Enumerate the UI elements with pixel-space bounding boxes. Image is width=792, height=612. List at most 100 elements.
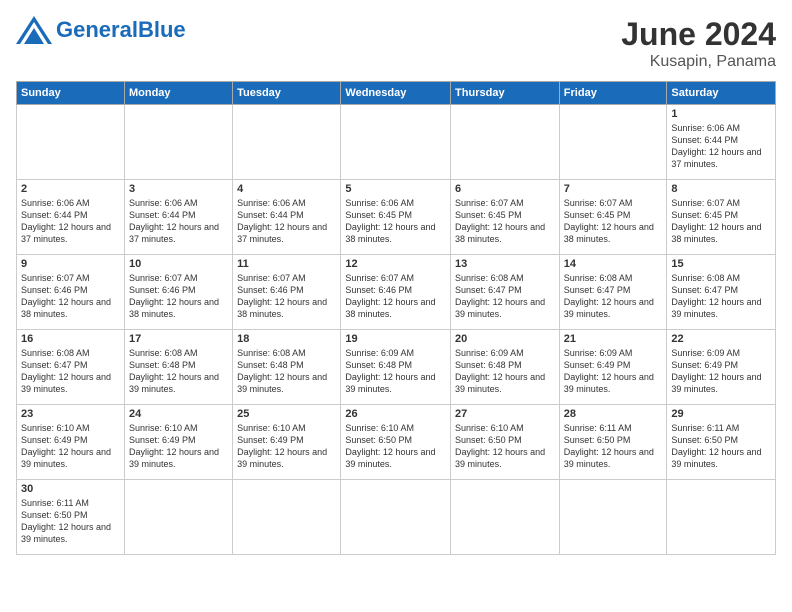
col-friday: Friday bbox=[559, 82, 667, 105]
table-cell: 15 Sunrise: 6:08 AM Sunset: 6:47 PM Dayli… bbox=[667, 255, 776, 330]
day-number: 11 bbox=[237, 258, 336, 270]
day-info: Sunrise: 6:11 AM Sunset: 6:50 PM Dayligh… bbox=[671, 422, 771, 471]
day-info: Sunrise: 6:08 AM Sunset: 6:48 PM Dayligh… bbox=[129, 347, 228, 396]
table-cell: 18Sunrise: 6:08 AM Sunset: 6:48 PM Dayli… bbox=[233, 330, 341, 405]
table-cell: 29Sunrise: 6:11 AM Sunset: 6:50 PM Dayli… bbox=[667, 405, 776, 480]
day-info: Sunrise: 6:11 AM Sunset: 6:50 PM Dayligh… bbox=[564, 422, 663, 471]
table-cell: 21 Sunrise: 6:09 AM Sunset: 6:49 PM Dayli… bbox=[559, 330, 667, 405]
table-cell: 8 Sunrise: 6:07 AM Sunset: 6:45 PM Daylig… bbox=[667, 180, 776, 255]
table-cell: 11 Sunrise: 6:07 AM Sunset: 6:46 PM Dayli… bbox=[233, 255, 341, 330]
day-info: Sunrise: 6:10 AM Sunset: 6:49 PM Dayligh… bbox=[129, 422, 228, 471]
table-cell: 2 Sunrise: 6:06 AM Sunset: 6:44 PM Daylig… bbox=[17, 180, 125, 255]
day-number: 9 bbox=[21, 258, 120, 270]
day-info: Sunrise: 6:10 AM Sunset: 6:50 PM Dayligh… bbox=[345, 422, 446, 471]
day-number: 8 bbox=[671, 183, 771, 195]
day-number: 21 bbox=[564, 333, 663, 345]
calendar-week-row: 1Sunrise: 6:06 AM Sunset: 6:44 PM Daylig… bbox=[17, 105, 776, 180]
day-info: Sunrise: 6:06 AM Sunset: 6:44 PM Dayligh… bbox=[237, 197, 336, 246]
table-cell bbox=[559, 105, 667, 180]
day-info: Sunrise: 6:11 AM Sunset: 6:50 PM Dayligh… bbox=[21, 497, 120, 546]
calendar-table: Sunday Monday Tuesday Wednesday Thursday… bbox=[16, 81, 776, 555]
day-info: Sunrise: 6:10 AM Sunset: 6:49 PM Dayligh… bbox=[21, 422, 120, 471]
calendar-title: June 2024 bbox=[621, 16, 776, 53]
table-cell: 26 Sunrise: 6:10 AM Sunset: 6:50 PM Dayli… bbox=[341, 405, 451, 480]
day-info: Sunrise: 6:07 AM Sunset: 6:45 PM Dayligh… bbox=[671, 197, 771, 246]
col-sunday: Sunday bbox=[17, 82, 125, 105]
day-number: 14 bbox=[564, 258, 663, 270]
day-number: 25 bbox=[237, 408, 336, 420]
day-number: 15 bbox=[671, 258, 771, 270]
day-number: 30 bbox=[21, 483, 120, 495]
table-cell: 27Sunrise: 6:10 AM Sunset: 6:50 PM Dayli… bbox=[451, 405, 560, 480]
table-cell bbox=[17, 105, 125, 180]
day-info: Sunrise: 6:07 AM Sunset: 6:46 PM Dayligh… bbox=[345, 272, 446, 321]
table-cell: 6 Sunrise: 6:07 AM Sunset: 6:45 PM Daylig… bbox=[451, 180, 560, 255]
day-info: Sunrise: 6:07 AM Sunset: 6:46 PM Dayligh… bbox=[237, 272, 336, 321]
logo: GeneralBlue bbox=[16, 16, 186, 44]
day-number: 7 bbox=[564, 183, 663, 195]
table-cell: 23 Sunrise: 6:10 AM Sunset: 6:49 PM Dayli… bbox=[17, 405, 125, 480]
day-info: Sunrise: 6:07 AM Sunset: 6:45 PM Dayligh… bbox=[564, 197, 663, 246]
day-number: 2 bbox=[21, 183, 120, 195]
day-number: 1 bbox=[671, 108, 771, 120]
day-info: Sunrise: 6:08 AM Sunset: 6:47 PM Dayligh… bbox=[21, 347, 120, 396]
day-number: 17 bbox=[129, 333, 228, 345]
table-cell: 17 Sunrise: 6:08 AM Sunset: 6:48 PM Dayli… bbox=[124, 330, 232, 405]
table-cell: 25Sunrise: 6:10 AM Sunset: 6:49 PM Dayli… bbox=[233, 405, 341, 480]
table-cell: 14Sunrise: 6:08 AM Sunset: 6:47 PM Dayli… bbox=[559, 255, 667, 330]
table-cell: 4Sunrise: 6:06 AM Sunset: 6:44 PM Daylig… bbox=[233, 180, 341, 255]
day-number: 26 bbox=[345, 408, 446, 420]
table-cell: 1Sunrise: 6:06 AM Sunset: 6:44 PM Daylig… bbox=[667, 105, 776, 180]
table-cell bbox=[341, 480, 451, 555]
table-cell: 9Sunrise: 6:07 AM Sunset: 6:46 PM Daylig… bbox=[17, 255, 125, 330]
logo-general: General bbox=[56, 17, 138, 42]
day-number: 27 bbox=[455, 408, 555, 420]
table-cell: 22 Sunrise: 6:09 AM Sunset: 6:49 PM Dayli… bbox=[667, 330, 776, 405]
table-cell bbox=[124, 480, 232, 555]
header: GeneralBlue June 2024 Kusapin, Panama bbox=[16, 16, 776, 71]
table-cell bbox=[559, 480, 667, 555]
page: GeneralBlue June 2024 Kusapin, Panama Su… bbox=[0, 0, 792, 612]
table-cell bbox=[341, 105, 451, 180]
day-number: 23 bbox=[21, 408, 120, 420]
table-cell: 5Sunrise: 6:06 AM Sunset: 6:45 PM Daylig… bbox=[341, 180, 451, 255]
col-wednesday: Wednesday bbox=[341, 82, 451, 105]
day-info: Sunrise: 6:06 AM Sunset: 6:44 PM Dayligh… bbox=[21, 197, 120, 246]
table-cell: 24 Sunrise: 6:10 AM Sunset: 6:49 PM Dayli… bbox=[124, 405, 232, 480]
day-info: Sunrise: 6:08 AM Sunset: 6:47 PM Dayligh… bbox=[671, 272, 771, 321]
day-number: 12 bbox=[345, 258, 446, 270]
table-cell: 30 Sunrise: 6:11 AM Sunset: 6:50 PM Dayli… bbox=[17, 480, 125, 555]
table-cell: 12 Sunrise: 6:07 AM Sunset: 6:46 PM Dayli… bbox=[341, 255, 451, 330]
table-cell: 20 Sunrise: 6:09 AM Sunset: 6:48 PM Dayli… bbox=[451, 330, 560, 405]
table-cell: 10Sunrise: 6:07 AM Sunset: 6:46 PM Dayli… bbox=[124, 255, 232, 330]
day-info: Sunrise: 6:09 AM Sunset: 6:49 PM Dayligh… bbox=[564, 347, 663, 396]
table-cell bbox=[667, 480, 776, 555]
table-cell bbox=[124, 105, 232, 180]
table-cell: 3 Sunrise: 6:06 AM Sunset: 6:44 PM Daylig… bbox=[124, 180, 232, 255]
table-cell bbox=[451, 480, 560, 555]
calendar-week-row: 2 Sunrise: 6:06 AM Sunset: 6:44 PM Daylig… bbox=[17, 180, 776, 255]
title-block: June 2024 Kusapin, Panama bbox=[621, 16, 776, 71]
day-number: 19 bbox=[345, 333, 446, 345]
day-info: Sunrise: 6:06 AM Sunset: 6:44 PM Dayligh… bbox=[129, 197, 228, 246]
col-thursday: Thursday bbox=[451, 82, 560, 105]
day-info: Sunrise: 6:07 AM Sunset: 6:46 PM Dayligh… bbox=[129, 272, 228, 321]
day-number: 28 bbox=[564, 408, 663, 420]
day-number: 3 bbox=[129, 183, 228, 195]
day-number: 22 bbox=[671, 333, 771, 345]
day-info: Sunrise: 6:09 AM Sunset: 6:48 PM Dayligh… bbox=[345, 347, 446, 396]
day-number: 24 bbox=[129, 408, 228, 420]
logo-icon bbox=[16, 16, 52, 44]
day-number: 6 bbox=[455, 183, 555, 195]
table-cell: 19 Sunrise: 6:09 AM Sunset: 6:48 PM Dayli… bbox=[341, 330, 451, 405]
day-info: Sunrise: 6:09 AM Sunset: 6:49 PM Dayligh… bbox=[671, 347, 771, 396]
day-number: 20 bbox=[455, 333, 555, 345]
day-info: Sunrise: 6:07 AM Sunset: 6:45 PM Dayligh… bbox=[455, 197, 555, 246]
table-cell: 28 Sunrise: 6:11 AM Sunset: 6:50 PM Dayli… bbox=[559, 405, 667, 480]
table-cell: 7 Sunrise: 6:07 AM Sunset: 6:45 PM Daylig… bbox=[559, 180, 667, 255]
calendar-subtitle: Kusapin, Panama bbox=[621, 53, 776, 71]
day-info: Sunrise: 6:09 AM Sunset: 6:48 PM Dayligh… bbox=[455, 347, 555, 396]
col-monday: Monday bbox=[124, 82, 232, 105]
header-row: Sunday Monday Tuesday Wednesday Thursday… bbox=[17, 82, 776, 105]
table-cell bbox=[233, 105, 341, 180]
